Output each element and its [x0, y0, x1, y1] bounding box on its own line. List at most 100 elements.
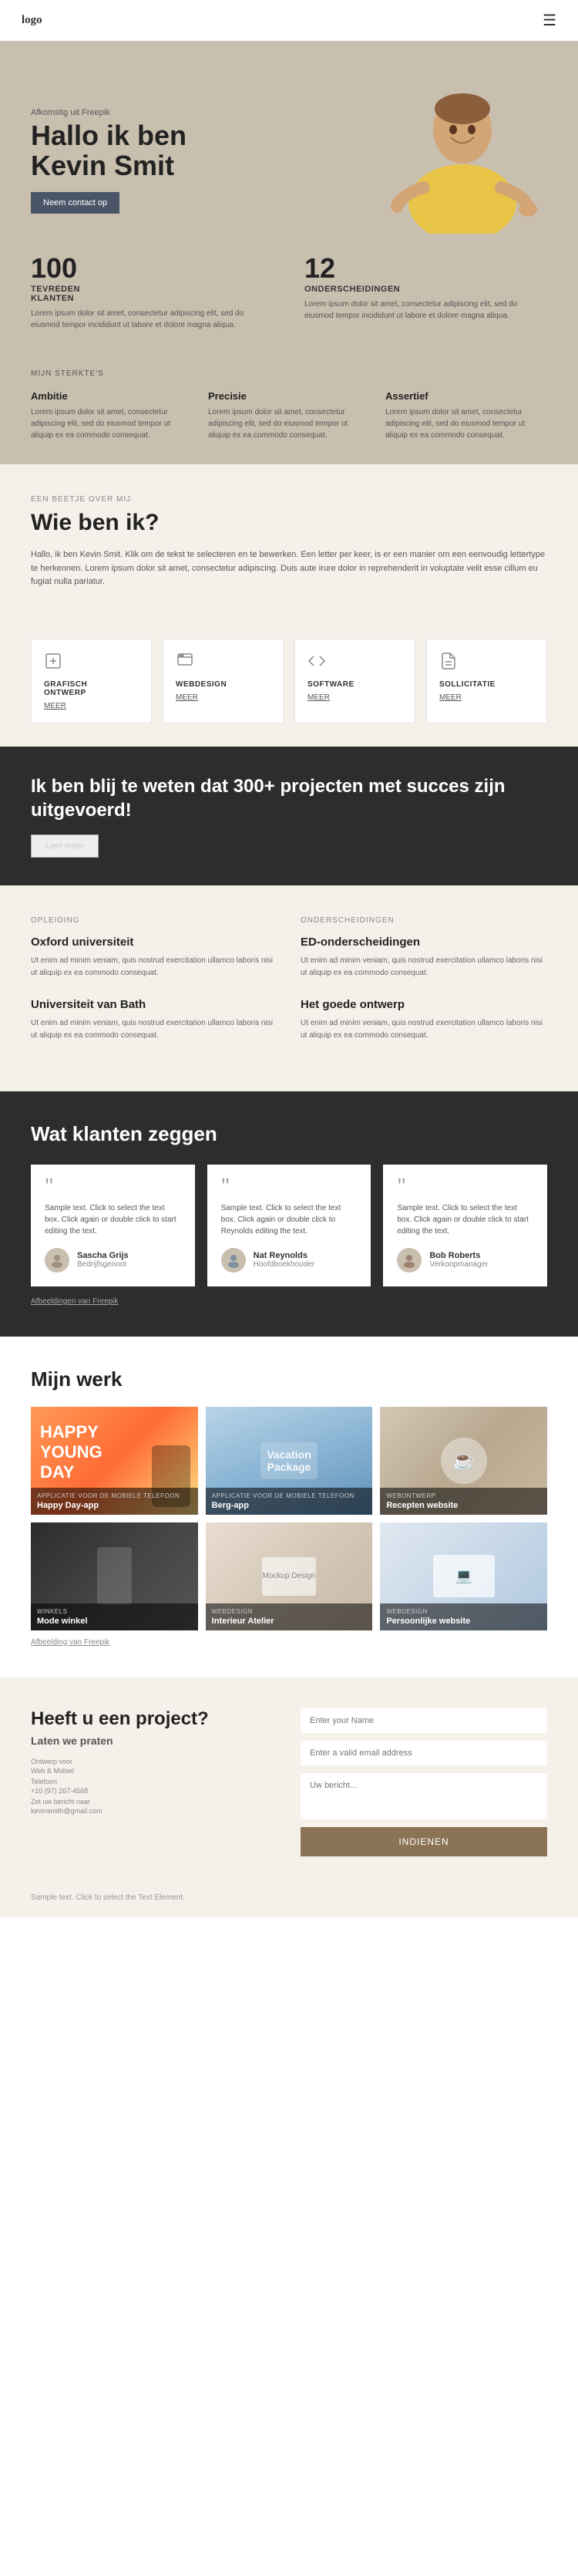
strength-precisie-desc: Lorem ipsum dolor sit amet, consectetur … [208, 406, 370, 441]
services-section: GRAFISCHONTWERP MEER WEBDESIGN MEER SOFT… [0, 639, 578, 747]
contact-email-label: Zet uw bericht naar [31, 1798, 277, 1806]
testimonials-credit[interactable]: Afbeeldingen van Freepik [31, 1297, 547, 1306]
stat-clients: 100 TEVREDENKLANTEN Lorem ipsum dolor si… [31, 252, 274, 331]
testimonial-bob-avatar [397, 1248, 422, 1273]
graphic-icon [44, 652, 139, 674]
portfolio-item-4[interactable]: WINKELS Mode winkel [31, 1522, 198, 1630]
software-icon [307, 652, 402, 674]
portfolio-name-4: Mode winkel [37, 1617, 192, 1626]
contact-design-value: Web & Mobiel [31, 1767, 277, 1775]
education-section: OPLEIDING Oxford universiteit Ut enim ad… [0, 885, 578, 1091]
navigation: logo ☰ [0, 0, 578, 41]
testimonial-sascha-person: Sascha Grijs Bedrijfsgenoot [45, 1248, 181, 1273]
testimonial-nat-text: Sample text. Click to select the text bo… [221, 1202, 358, 1237]
contact-message-input[interactable] [301, 1773, 547, 1819]
education-bath: Universiteit van Bath Ut enim ad minim v… [31, 998, 277, 1042]
education-bath-desc: Ut enim ad minim veniam, quis nostrud ex… [31, 1017, 277, 1042]
portfolio-type-3: WEBONTWERP [386, 1492, 541, 1499]
contact-form: INDIENEN [301, 1708, 547, 1856]
strength-ambitie: Ambitie Lorem ipsum dolor sit amet, cons… [31, 390, 193, 441]
service-graphic-title: GRAFISCHONTWERP [44, 680, 139, 697]
portfolio-type-6: WEBDESIGN [386, 1608, 541, 1615]
testimonials-section: Wat klanten zeggen " Sample text. Click … [0, 1091, 578, 1336]
testimonials-grid: " Sample text. Click to select the text … [31, 1165, 547, 1286]
contact-email: Zet uw bericht naar kevinsmith@gmail.com [31, 1798, 277, 1815]
award-ed-title: ED-onderscheidingen [301, 936, 547, 949]
portfolio-item-3[interactable]: ☕ WEBONTWERP Recepten website [380, 1407, 547, 1515]
quote-icon-2: " [221, 1178, 358, 1195]
testimonial-bob-text: Sample text. Click to select the text bo… [397, 1202, 533, 1237]
portfolio-type-2: APPLICATIE VOOR DE MOBIELE TELEFOON [212, 1492, 367, 1499]
education-oxford-title: Oxford universiteit [31, 936, 277, 949]
portfolio-section: Mijn werk HAPPYYOUNGDAY APPLICATIE VOOR … [0, 1337, 578, 1677]
services-grid: GRAFISCHONTWERP MEER WEBDESIGN MEER SOFT… [31, 639, 547, 723]
portfolio-item-1[interactable]: HAPPYYOUNGDAY APPLICATIE VOOR DE MOBIELE… [31, 1407, 198, 1515]
contact-button[interactable]: Neem contact op [31, 192, 119, 214]
hero-subtitle: Afkomstig uit Freepik [31, 108, 378, 117]
service-graphic-more[interactable]: MEER [44, 702, 139, 710]
service-software-title: SOFTWARE [307, 680, 402, 689]
service-webdesign: WEBDESIGN MEER [163, 639, 284, 723]
portfolio-name-2: Berg-app [212, 1501, 367, 1510]
testimonial-nat-person: Nat Reynolds Hoofdboekhouder [221, 1248, 358, 1273]
menu-icon[interactable]: ☰ [543, 11, 556, 30]
service-sollicitatie-more[interactable]: MEER [439, 693, 534, 702]
education-oxford-desc: Ut enim ad minim veniam, quis nostrud ex… [31, 955, 277, 979]
testimonials-title: Wat klanten zeggen [31, 1122, 547, 1146]
portfolio-label-6: WEBDESIGN Persoonlijke website [380, 1603, 547, 1630]
portfolio-credit[interactable]: Afbeelding van Freepik [31, 1638, 547, 1647]
about-label: EEN BEETJE OVER MIJ [31, 495, 547, 504]
stat-clients-number: 100 [31, 252, 274, 285]
footer-text: Sample text. Click to select the Text El… [31, 1893, 547, 1902]
contact-title: Heeft u een project? [31, 1708, 277, 1730]
stat-clients-label: TEVREDENKLANTEN [31, 285, 274, 303]
portfolio-label-2: APPLICATIE VOOR DE MOBIELE TELEFOON Berg… [206, 1488, 373, 1515]
stat-awards-number: 12 [304, 252, 547, 285]
testimonial-sascha-name: Sascha Grijs [77, 1251, 129, 1260]
hero-section: Afkomstig uit Freepik Hallo ik benHallo … [0, 41, 578, 237]
service-sollicitatie-title: SOLLICITATIE [439, 680, 534, 689]
banner-text: Ik ben blij te weten dat 300+ projecten … [31, 774, 547, 822]
about-text: Hallo, ik ben Kevin Smit. Klik om de tek… [31, 548, 547, 589]
service-webdesign-more[interactable]: MEER [176, 693, 271, 702]
education-bath-title: Universiteit van Bath [31, 998, 277, 1011]
strength-ambitie-title: Ambitie [31, 390, 193, 402]
contact-phone-value: +10 (97) 267-4568 [31, 1787, 277, 1795]
portfolio-item-5[interactable]: Mockup Design WEBDESIGN Interieur Atelie… [206, 1522, 373, 1630]
portfolio-name-1: Happy Day-app [37, 1501, 192, 1510]
testimonial-sascha-role: Bedrijfsgenoot [77, 1260, 129, 1269]
about-title: Wie ben ik? [31, 510, 547, 536]
strength-precisie-title: Precisie [208, 390, 370, 402]
portfolio-type-5: WEBDESIGN [212, 1608, 367, 1615]
service-webdesign-title: WEBDESIGN [176, 680, 271, 689]
contact-design-label: Ontwerp voor [31, 1758, 277, 1765]
testimonial-sascha-text: Sample text. Click to select the text bo… [45, 1202, 181, 1237]
testimonial-nat-avatar [221, 1248, 246, 1273]
portfolio-grid: HAPPYYOUNGDAY APPLICATIE VOOR DE MOBIELE… [31, 1407, 547, 1630]
contact-name-input[interactable] [301, 1708, 547, 1733]
portfolio-label-3: WEBONTWERP Recepten website [380, 1488, 547, 1515]
contact-email-input[interactable] [301, 1741, 547, 1765]
opleiding-label: OPLEIDING [31, 916, 277, 925]
strength-ambitie-desc: Lorem ipsum dolor sit amet, consectetur … [31, 406, 193, 441]
portfolio-name-5: Interieur Atelier [212, 1617, 367, 1626]
contact-phone: Telefoon +10 (97) 267-4568 [31, 1778, 277, 1795]
footer: Sample text. Click to select the Text El… [0, 1887, 578, 1917]
service-software-more[interactable]: MEER [307, 693, 402, 702]
contact-submit-button[interactable]: INDIENEN [301, 1827, 547, 1856]
quote-icon-3: " [397, 1178, 533, 1195]
testimonial-nat: " Sample text. Click to select the text … [207, 1165, 371, 1286]
award-goede-title: Het goede ontwerp [301, 998, 547, 1011]
strengths-grid: Ambitie Lorem ipsum dolor sit amet, cons… [31, 390, 547, 441]
hero-title: Hallo ik benHallo ik ben Kevin SmitKevin… [31, 120, 378, 181]
testimonial-bob-person: Bob Roberts Verkoopmanager [397, 1248, 533, 1273]
learn-more-button[interactable]: Leer meer [31, 835, 99, 858]
award-goede-desc: Ut enim ad minim veniam, quis nostrud ex… [301, 1017, 547, 1042]
portfolio-item-2[interactable]: VacationPackage APPLICATIE VOOR DE MOBIE… [206, 1407, 373, 1515]
award-goede: Het goede ontwerp Ut enim ad minim venia… [301, 998, 547, 1042]
banner-section: Ik ben blij te weten dat 300+ projecten … [0, 747, 578, 885]
awards-column: ONDERSCHEIDINGEN ED-onderscheidingen Ut … [301, 916, 547, 1060]
strength-assertief-title: Assertief [385, 390, 547, 402]
stat-awards: 12 ONDERSCHEIDINGEN Lorem ipsum dolor si… [304, 252, 547, 331]
portfolio-item-6[interactable]: 💻 WEBDESIGN Persoonlijke website [380, 1522, 547, 1630]
